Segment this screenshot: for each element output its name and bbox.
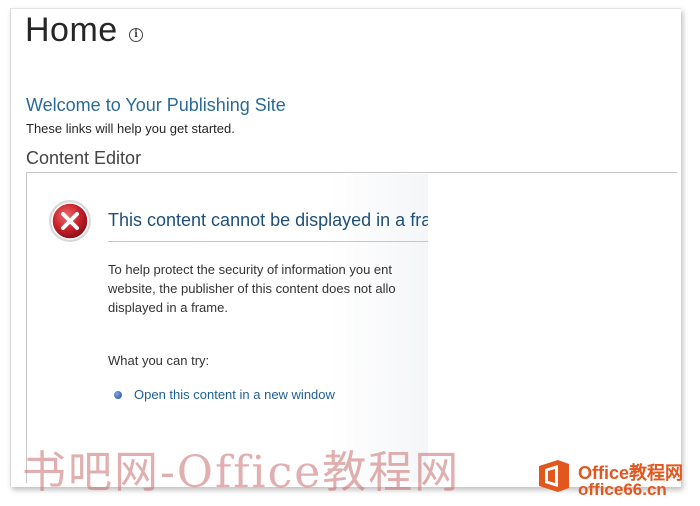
welcome-heading: Welcome to Your Publishing Site <box>26 95 286 115</box>
error-message-line: website, the publisher of this content d… <box>108 281 396 296</box>
office-logo-icon <box>539 460 569 492</box>
open-in-new-window-link[interactable]: Open this content in a new window <box>134 387 335 402</box>
browser-page: Home i Welcome to Your Publishing Site T… <box>10 8 681 487</box>
try-label: What you can try: <box>108 353 210 368</box>
error-x-icon <box>49 200 91 242</box>
watermark-text: 书吧网-Office教程网 <box>22 447 461 498</box>
page-title: Home <box>25 11 118 49</box>
open-in-new-window-item[interactable]: Open this content in a new window <box>114 387 335 402</box>
watermark-domain: office66.cn <box>578 480 667 499</box>
error-divider <box>108 241 428 242</box>
welcome-subtitle: These links will help you get started. <box>26 121 235 136</box>
error-message: To help protect the security of informat… <box>108 260 428 317</box>
error-title: This content cannot be displayed in a fr… <box>108 210 428 230</box>
bullet-icon <box>114 390 122 399</box>
screenshot-canvas: Home i Welcome to Your Publishing Site T… <box>0 0 700 506</box>
webpart-title: Content Editor <box>26 148 142 168</box>
error-message-line: To help protect the security of informat… <box>108 262 392 277</box>
torn-edge-right <box>675 9 681 487</box>
error-message-line: displayed in a frame. <box>108 300 228 315</box>
info-icon[interactable]: i <box>129 28 143 42</box>
